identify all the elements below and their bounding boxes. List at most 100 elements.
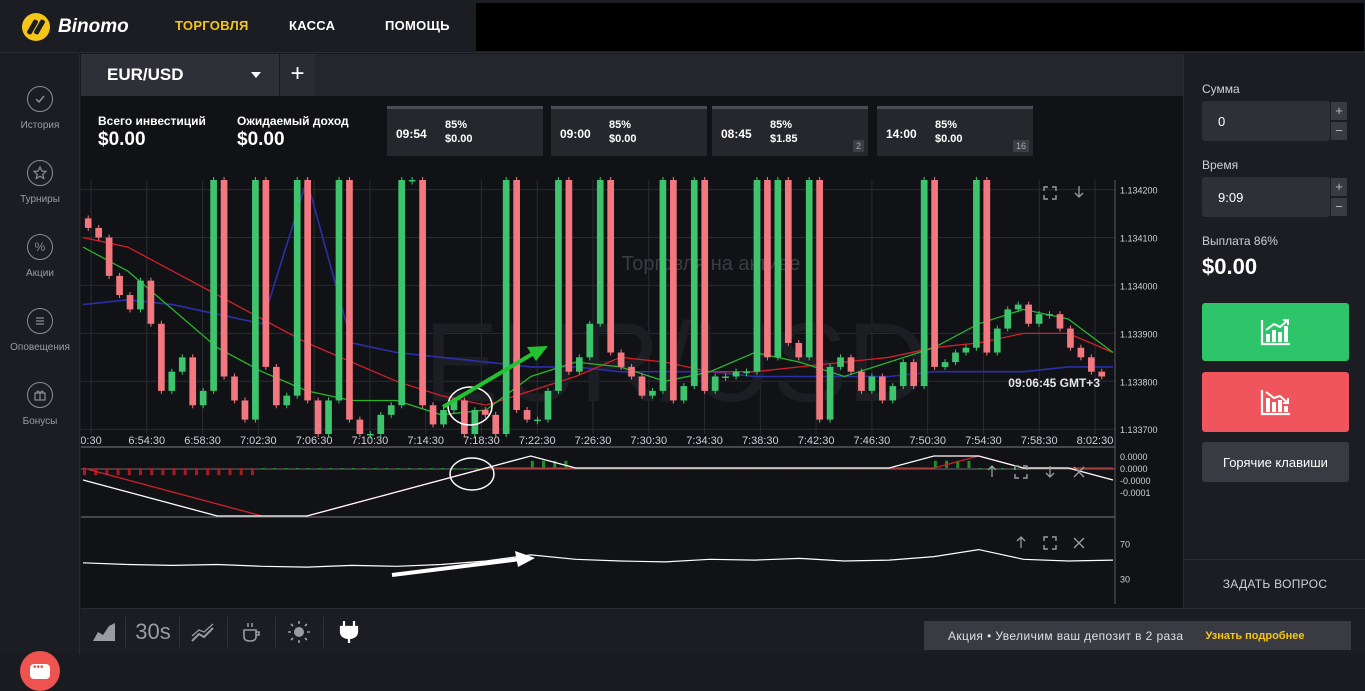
ask-question-button[interactable]: ЗАДАТЬ ВОПРОС <box>1184 559 1365 608</box>
sidebar-item-notifications[interactable]: Оповещения <box>0 308 80 353</box>
candle <box>879 376 886 401</box>
candle <box>178 357 186 372</box>
sidebar-item-promotions[interactable]: % Акции <box>0 234 80 279</box>
indicators-button[interactable] <box>184 609 221 655</box>
macd-bar <box>441 468 445 469</box>
hotkeys-button[interactable]: Горячие клавиши <box>1202 442 1349 482</box>
amount-decrease-button[interactable]: − <box>1330 121 1348 141</box>
nav-cashier[interactable]: КАССА <box>289 18 335 33</box>
put-down-button[interactable] <box>1202 372 1349 432</box>
history-icon <box>27 86 53 112</box>
macd-bar <box>329 468 333 469</box>
time-tick-label: 7:26:30 <box>575 435 612 447</box>
sidebar-item-label: Турниры <box>20 194 60 205</box>
macd-bar <box>217 468 221 476</box>
time-increase-button[interactable]: + <box>1330 177 1348 197</box>
call-up-button[interactable] <box>1202 303 1349 361</box>
add-asset-button[interactable]: + <box>279 54 315 96</box>
candle <box>231 376 238 401</box>
rsi-main-line <box>82 548 1114 568</box>
theme-button[interactable] <box>280 609 317 655</box>
macd-bar <box>978 468 982 469</box>
signals-button[interactable] <box>330 609 367 655</box>
sidebar-item-bonuses[interactable]: Бонусы <box>0 382 80 427</box>
macd-tick-label: -0.0001 <box>1120 488 1151 498</box>
macd-bar <box>351 468 355 469</box>
macd-bar <box>418 468 422 469</box>
time-tick-label: 8:02:30 <box>1077 435 1114 447</box>
macd-bar <box>284 468 288 469</box>
candle <box>596 180 604 324</box>
nav-help[interactable]: ПОМОЩЬ <box>385 18 450 33</box>
sidebar-item-history[interactable]: История <box>0 86 80 131</box>
amount-input[interactable]: 0 <box>1202 101 1330 141</box>
candle <box>158 323 165 391</box>
macd-bar <box>262 468 266 469</box>
divider <box>323 617 324 647</box>
candle <box>346 180 353 420</box>
macd-bar <box>463 468 467 469</box>
chart-type-area-button[interactable] <box>85 609 122 655</box>
bottom-toolbar: 30s Акция • Увеличим ваш депозит в 2 раз… <box>81 608 1365 654</box>
price-tick-label: 1.133800 <box>1120 377 1158 387</box>
time-tick-label: 7:14:30 <box>407 435 444 447</box>
candle <box>262 180 270 367</box>
asset-tab-eurusd[interactable]: EUR/USD <box>81 54 279 96</box>
price-chart[interactable]: Торговля на активе EUR/USD 1.1342001.134… <box>81 96 1183 608</box>
promo-link[interactable]: Узнать подробнее <box>1205 630 1304 642</box>
macd-bar <box>161 468 165 476</box>
timeframe-button[interactable]: 30s <box>132 609 174 655</box>
time-decrease-button[interactable]: − <box>1330 197 1348 217</box>
amount-increase-button[interactable]: + <box>1330 101 1348 121</box>
trade-panel: Сумма 0 + − Время 9:09 + − Выплата 86% $… <box>1183 54 1365 608</box>
price-axis: 1.134200 1.134100 1.134000 1.133900 1.133800… <box>1120 186 1158 436</box>
time-input[interactable]: 9:09 <box>1202 177 1330 217</box>
support-chat-button[interactable] <box>20 651 60 691</box>
time-tick-label: 7:54:30 <box>965 435 1002 447</box>
candle <box>272 366 280 406</box>
macd-tick-label: 0.0000 <box>1120 452 1148 462</box>
candle <box>701 180 709 391</box>
candle <box>1056 314 1064 329</box>
logo[interactable]: Binomo <box>22 12 129 42</box>
candle <box>575 357 583 372</box>
candle <box>523 410 531 420</box>
candle <box>534 419 541 422</box>
macd-bar <box>250 468 254 476</box>
price-tick-label: 1.133700 <box>1120 425 1158 435</box>
candle <box>137 280 144 310</box>
divider <box>227 617 228 647</box>
price-tick-label: 1.134000 <box>1120 281 1158 291</box>
arrow-up-icon <box>1016 536 1026 548</box>
drawings-button[interactable] <box>232 609 269 655</box>
expand-icon <box>1043 536 1057 550</box>
sidebar-item-tournaments[interactable]: Турниры <box>0 160 80 205</box>
payout-label: Выплата 86% <box>1202 234 1278 248</box>
expand-icon <box>1043 186 1057 200</box>
macd-bar <box>306 468 310 469</box>
promo-banner[interactable]: Акция • Увеличим ваш депозит в 2 раза Уз… <box>924 621 1351 650</box>
amount-label: Сумма <box>1202 82 1240 96</box>
candle <box>147 280 155 324</box>
macd-bar <box>452 468 456 469</box>
candle <box>283 395 291 406</box>
top-bar: Binomo ТОРГОВЛЯ КАССА ПОМОЩЬ <box>0 0 1365 53</box>
nav-trading[interactable]: ТОРГОВЛЯ <box>175 18 249 33</box>
macd-bar <box>407 468 411 469</box>
candle <box>670 180 677 401</box>
candle <box>805 180 813 358</box>
macd-bar <box>385 468 389 469</box>
macd-bar <box>206 468 210 476</box>
chevron-down-icon[interactable] <box>251 72 261 78</box>
candle <box>638 376 646 396</box>
chart-area[interactable]: Всего инвестиций $0.00 Ожидаемый доход $… <box>81 96 1183 608</box>
rsi-tick-label: 30 <box>1120 575 1130 585</box>
binomo-logo-icon <box>22 13 50 41</box>
macd-bar <box>542 460 546 468</box>
candle <box>492 414 500 434</box>
divider <box>275 617 276 647</box>
candle <box>555 180 562 391</box>
candle <box>502 180 510 434</box>
candle <box>784 180 792 343</box>
candle <box>199 390 207 406</box>
